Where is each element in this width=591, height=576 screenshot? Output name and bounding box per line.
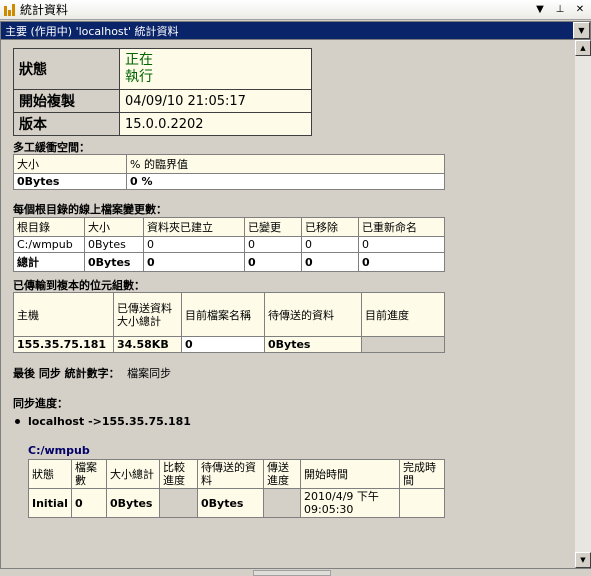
staging-title: 多工緩衝空間： <box>13 141 90 154</box>
selector-value: 主要 (作用中) 'localhost' 統計資料 <box>5 24 179 38</box>
bytes-header-host: 主機 <box>13 292 114 337</box>
title-bar: 統計資料 ▼ ⊥ ✕ <box>0 0 591 20</box>
changes-created: 0 <box>143 236 245 253</box>
horizontal-scrollbar[interactable] <box>0 568 591 576</box>
changes-changed: 0 <box>244 236 302 253</box>
sync-end <box>399 488 445 518</box>
sync-host: localhost ->155.35.75.181 <box>28 415 191 428</box>
bytes-header-progress: 目前進度 <box>361 292 445 337</box>
table-row: 155.35.75.181 34.58KB 0 0Bytes <box>13 336 445 353</box>
last-sync-value: 檔案同步 <box>127 367 172 380</box>
scroll-down-icon[interactable]: ▼ <box>575 552 591 568</box>
changes-total-label: 總計 <box>13 252 85 272</box>
close-icon[interactable]: ✕ <box>571 2 589 18</box>
sync-pending: 0Bytes <box>197 488 264 518</box>
version-label: 版本 <box>13 112 120 136</box>
changes-header-size: 大小 <box>84 217 144 237</box>
bytes-progress <box>361 336 445 353</box>
pin-icon[interactable]: ⊥ <box>551 2 569 18</box>
changes-header-changed: 已變更 <box>244 217 302 237</box>
bytes-header-filename: 目前檔案名稱 <box>181 292 265 337</box>
bytes-host: 155.35.75.181 <box>13 336 114 353</box>
sync-header-size: 大小總計 <box>106 459 160 489</box>
bytes-filename: 0 <box>181 336 265 353</box>
sync-progress-title: 同步進度： <box>13 397 68 410</box>
bytes-header-pending: 待傳送的資料 <box>264 292 362 337</box>
staging-size: 0Bytes <box>13 173 127 190</box>
changes-header-removed: 已移除 <box>301 217 359 237</box>
sync-start: 2010/4/9 下午 09:05:30 <box>300 488 400 518</box>
start-value: 04/09/10 21:05:17 <box>119 89 312 113</box>
sync-folder: C:/wmpub <box>28 444 90 457</box>
changes-total-created: 0 <box>143 252 245 272</box>
changes-root: C:/wmpub <box>13 236 85 253</box>
changes-total-changed: 0 <box>244 252 302 272</box>
changes-total-renamed: 0 <box>358 252 445 272</box>
sync-header-pending: 待傳送的資料 <box>197 459 264 489</box>
table-row: C:/wmpub 0Bytes 0 0 0 0 <box>13 236 445 253</box>
bytes-title: 已傳輸到複本的位元組數： <box>13 279 145 292</box>
chevron-down-icon[interactable]: ▼ <box>531 2 549 18</box>
changes-size: 0Bytes <box>84 236 144 253</box>
state-value-text: 正在 執行 <box>125 52 153 85</box>
changes-table: 根目錄 大小 資料夾已建立 已變更 已移除 已重新命名 C:/wmpub 0By… <box>13 217 445 272</box>
sync-size: 0Bytes <box>106 488 160 518</box>
changes-title: 每個根目錄的線上檔案變更數： <box>13 203 167 216</box>
staging-table: 大小 % 的臨界值 0Bytes 0 % <box>13 154 445 190</box>
bytes-total: 34.58KB <box>113 336 182 353</box>
sync-compare <box>159 488 198 518</box>
start-label: 開始複製 <box>13 89 120 113</box>
state-label: 狀態 <box>13 48 120 90</box>
sync-progress-table: 狀態 檔案數 大小總計 比較進度 待傳送的資料 傳送進度 開始時間 完成時間 I… <box>28 459 445 518</box>
sync-host-item: localhost ->155.35.75.181 <box>15 415 191 428</box>
changes-removed: 0 <box>301 236 359 253</box>
table-row: Initial 0 0Bytes 0Bytes 2010/4/9 下午 09:0… <box>28 488 445 518</box>
version-value: 15.0.0.2202 <box>119 112 312 136</box>
staging-header-size: 大小 <box>13 154 127 174</box>
vertical-scrollbar[interactable]: ▲ ▼ <box>575 40 591 568</box>
last-sync-label: 最後 同步 統計數字： <box>13 367 120 380</box>
statistics-content: 狀態 正在 執行 開始複製 04/09/10 21:05:17 版本 15.0.… <box>0 40 575 568</box>
status-table: 狀態 正在 執行 開始複製 04/09/10 21:05:17 版本 15.0.… <box>13 48 312 136</box>
sync-header-files: 檔案數 <box>71 459 107 489</box>
changes-total-removed: 0 <box>301 252 359 272</box>
changes-renamed: 0 <box>358 236 445 253</box>
bytes-header-total: 已傳送資料大小總計 <box>113 292 182 337</box>
state-value: 正在 執行 <box>119 48 312 90</box>
sync-transfer <box>263 488 301 518</box>
changes-header-renamed: 已重新命名 <box>358 217 445 237</box>
dropdown-arrow-icon[interactable]: ▼ <box>573 22 590 39</box>
sync-header-start: 開始時間 <box>300 459 400 489</box>
table-row-total: 總計 0Bytes 0 0 0 0 <box>13 252 445 272</box>
staging-threshold: 0 % <box>126 173 445 190</box>
sync-header-transfer: 傳送進度 <box>263 459 301 489</box>
bullet-icon <box>15 419 20 424</box>
sync-state: Initial <box>28 488 72 518</box>
sync-header-end: 完成時間 <box>399 459 445 489</box>
changes-total-size: 0Bytes <box>84 252 144 272</box>
sync-files: 0 <box>71 488 107 518</box>
changes-header-created: 資料夾已建立 <box>143 217 245 237</box>
scrollbar-thumb[interactable] <box>253 570 331 576</box>
changes-header-root: 根目錄 <box>13 217 85 237</box>
bytes-table: 主機 已傳送資料大小總計 目前檔案名稱 待傳送的資料 目前進度 155.35.7… <box>13 292 445 353</box>
staging-header-threshold: % 的臨界值 <box>126 154 445 174</box>
statistics-selector[interactable]: 主要 (作用中) 'localhost' 統計資料 ▼ <box>0 21 591 40</box>
statistics-icon <box>3 3 17 17</box>
sync-header-compare: 比較進度 <box>159 459 198 489</box>
scroll-up-icon[interactable]: ▲ <box>575 40 591 56</box>
window-title: 統計資料 <box>20 3 69 17</box>
bytes-pending: 0Bytes <box>264 336 362 353</box>
last-sync-line: 最後 同步 統計數字： 檔案同步 <box>13 365 171 381</box>
sync-header-state: 狀態 <box>28 459 72 489</box>
